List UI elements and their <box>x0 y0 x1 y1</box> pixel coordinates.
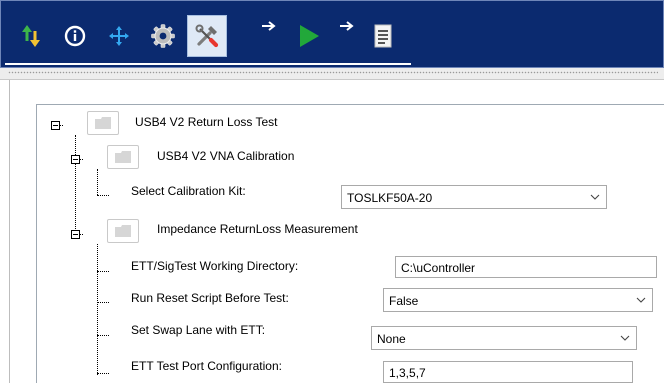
measurement-collapse-button[interactable] <box>71 230 80 239</box>
splitter-grip <box>8 71 658 74</box>
tools-button[interactable] <box>187 15 227 57</box>
tree-line <box>97 335 109 336</box>
calibration-node-icon <box>107 145 139 169</box>
report-button[interactable] <box>363 15 403 57</box>
swap-lane-select[interactable]: None <box>371 326 637 350</box>
tree-line-root <box>75 135 76 235</box>
gear-icon <box>151 24 175 48</box>
select-kit-label: Select Calibration Kit: <box>131 184 246 198</box>
main-toolbar <box>0 0 664 68</box>
root-collapse-button[interactable] <box>51 121 60 130</box>
root-node-icon <box>87 111 119 135</box>
info-icon <box>64 25 86 47</box>
working-dir-value: C:\uController <box>401 261 476 275</box>
tree-line <box>97 373 109 374</box>
measurement-node-icon <box>107 219 139 243</box>
folder-icon <box>115 225 131 237</box>
reset-script-label: Run Reset Script Before Test: <box>131 291 289 305</box>
settings-button[interactable] <box>143 15 183 57</box>
working-dir-input[interactable]: C:\uController <box>395 256 657 278</box>
port-config-label: ETT Test Port Configuration: <box>131 359 282 373</box>
reset-script-value: False <box>389 294 419 308</box>
port-config-input[interactable]: 1,3,5,7 <box>383 361 633 383</box>
chevron-down-icon <box>636 297 646 303</box>
port-config-value: 1,3,5,7 <box>389 366 426 380</box>
tree-line <box>97 271 109 272</box>
folder-icon <box>115 151 131 163</box>
run-button[interactable] <box>289 15 329 57</box>
splitter-band[interactable] <box>0 68 664 80</box>
working-dir-label: ETT/SigTest Working Directory: <box>131 259 299 273</box>
measurement-node-label[interactable]: Impedance ReturnLoss Measurement <box>157 222 358 236</box>
info-button[interactable] <box>55 15 95 57</box>
report-icon <box>374 24 392 48</box>
toolbar-underline <box>5 63 411 65</box>
sort-button[interactable] <box>11 15 51 57</box>
folder-icon <box>95 117 111 129</box>
arrow-right-icon <box>262 21 276 31</box>
tools-icon <box>195 24 219 48</box>
calibration-kit-select[interactable]: TOSLKF50A-20 <box>341 185 607 209</box>
calibration-kit-value: TOSLKF50A-20 <box>347 191 433 205</box>
arrow-right-icon <box>340 21 354 31</box>
swap-lane-value: None <box>377 332 406 346</box>
step-arrow-2 <box>335 11 359 41</box>
chevron-down-icon <box>590 194 600 200</box>
sort-arrows-icon <box>22 25 40 47</box>
calibration-node-label[interactable]: USB4 V2 VNA Calibration <box>157 149 294 163</box>
reset-script-select[interactable]: False <box>383 288 653 312</box>
left-edge <box>0 80 10 383</box>
tree-line <box>97 195 109 196</box>
chevron-down-icon <box>620 335 630 341</box>
step-arrow-1 <box>257 11 281 41</box>
tree-line-cal <box>97 169 98 195</box>
move-button[interactable] <box>99 15 139 57</box>
tree-panel: USB4 V2 Return Loss Test USB4 V2 VNA Cal… <box>36 104 664 383</box>
play-icon <box>300 25 319 47</box>
swap-lane-label: Set Swap Lane with ETT: <box>131 323 266 337</box>
root-node-label[interactable]: USB4 V2 Return Loss Test <box>135 115 278 129</box>
move-arrows-icon <box>109 26 129 46</box>
calibration-collapse-button[interactable] <box>71 155 80 164</box>
tree-line-meas <box>97 244 98 375</box>
tree-line <box>97 302 109 303</box>
